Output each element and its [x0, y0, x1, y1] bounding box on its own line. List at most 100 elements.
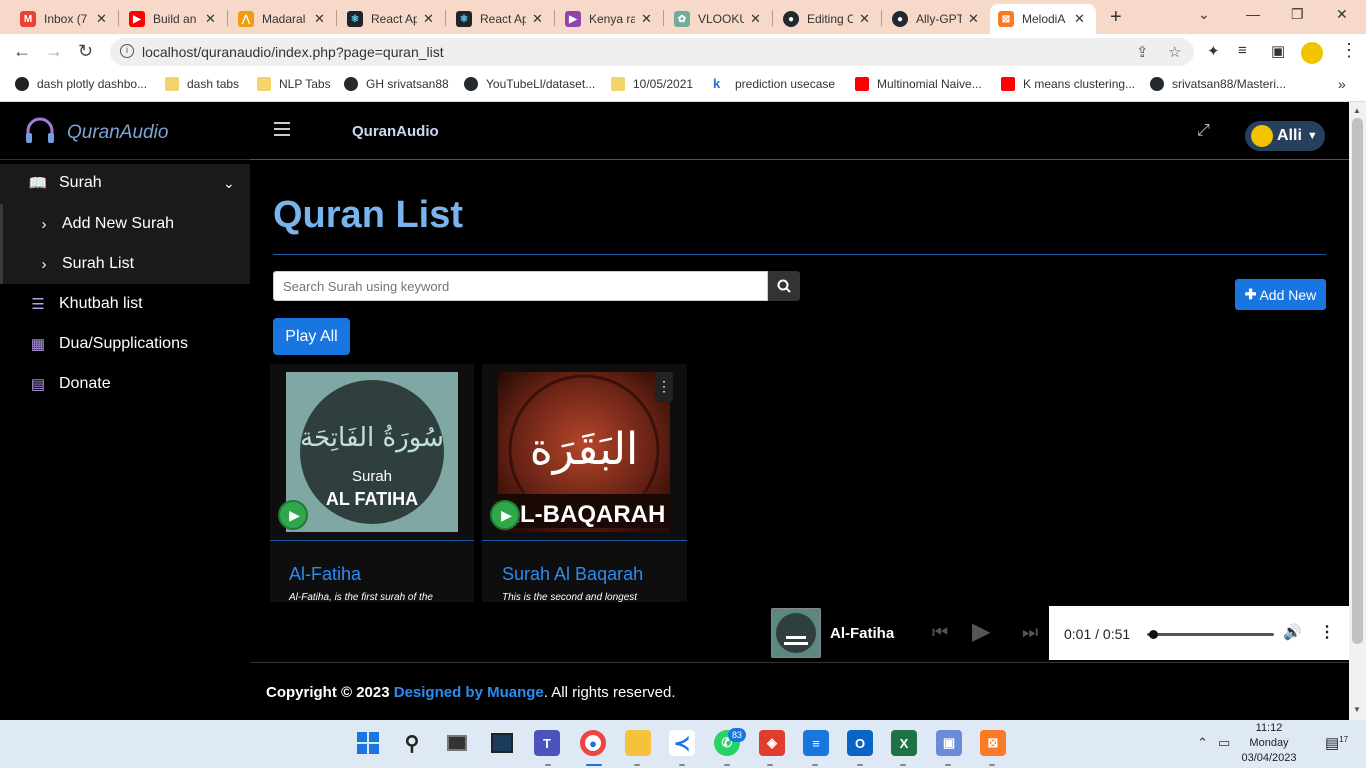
- file-explorer-icon[interactable]: [625, 730, 651, 756]
- new-tab-button[interactable]: +: [1110, 6, 1122, 29]
- info-icon[interactable]: i: [120, 44, 134, 58]
- tab-close-icon[interactable]: ✕: [968, 11, 979, 27]
- widgets-icon[interactable]: [489, 730, 515, 756]
- search-icon[interactable]: ⚲: [399, 730, 425, 756]
- task-view-icon[interactable]: [444, 730, 470, 756]
- play-icon[interactable]: ▶: [972, 617, 990, 646]
- sidebar-item-surah-label[interactable]: 📖 Surah: [27, 174, 102, 192]
- tab-kenya[interactable]: ▶ Kenya ra ✕: [557, 4, 660, 34]
- nav-title[interactable]: QuranAudio: [352, 123, 439, 140]
- sidebar-item-khutbah[interactable]: ☰ Khutbah list: [27, 295, 142, 313]
- chevron-up-icon[interactable]: ⌃: [1197, 735, 1208, 751]
- bookmark-item[interactable]: 10/05/2021: [611, 77, 693, 91]
- bookmark-item[interactable]: dash plotly dashbo...: [15, 77, 147, 91]
- excel-icon[interactable]: X: [891, 730, 917, 756]
- hamburger-menu-icon[interactable]: [274, 122, 290, 136]
- volume-icon[interactable]: 🔊: [1283, 623, 1302, 641]
- teams-icon[interactable]: T: [534, 730, 560, 756]
- tab-close-icon[interactable]: ✕: [532, 11, 543, 27]
- brand[interactable]: QuranAudio: [0, 102, 250, 160]
- minimize-button[interactable]: —: [1246, 6, 1260, 22]
- extensions-icon[interactable]: ✦: [1207, 42, 1220, 60]
- tab-close-icon[interactable]: ✕: [314, 11, 325, 27]
- bookmark-item[interactable]: YouTubeLl/dataset...: [464, 77, 595, 91]
- url-text[interactable]: localhost/quranaudio/index.php?page=qura…: [142, 44, 444, 60]
- chrome-icon[interactable]: ●: [580, 730, 606, 756]
- share-icon[interactable]: ⇪: [1136, 43, 1149, 61]
- restore-button[interactable]: ❐: [1291, 6, 1304, 23]
- forward-button[interactable]: →: [45, 41, 63, 62]
- back-button[interactable]: ←: [13, 41, 31, 62]
- vscode-icon[interactable]: ≺: [669, 730, 695, 756]
- add-new-button[interactable]: ✚ Add New: [1235, 279, 1326, 310]
- play-button[interactable]: ▶: [278, 500, 308, 530]
- page-scrollbar[interactable]: ▲ ▼: [1349, 102, 1366, 720]
- bookmark-item[interactable]: GH srivatsan88: [344, 77, 449, 91]
- notification-icon[interactable]: ▤17: [1325, 734, 1348, 752]
- tab-close-icon[interactable]: ✕: [423, 11, 434, 27]
- surah-card[interactable]: سُورَةُ الفَاتِحَة Surah AL FATIHA ▶ Al-…: [270, 364, 474, 602]
- tab-react-2[interactable]: ⚛ React Ap ✕: [448, 4, 551, 34]
- tab-close-icon[interactable]: ✕: [859, 11, 870, 27]
- scroll-down-icon[interactable]: ▼: [1353, 705, 1361, 714]
- bookmark-item[interactable]: NLP Tabs: [257, 77, 331, 91]
- fullscreen-icon[interactable]: ⤢: [1197, 122, 1210, 140]
- network-app-icon[interactable]: ▣: [936, 730, 962, 756]
- close-window-button[interactable]: ✕: [1336, 6, 1348, 23]
- tab-react-1[interactable]: ⚛ React Ap ✕: [339, 4, 442, 34]
- tab-search-icon[interactable]: ⌄: [1198, 6, 1210, 23]
- surah-artwork[interactable]: البَقَرَة AL-BAQARAH: [498, 372, 670, 532]
- battery-icon[interactable]: ▭: [1218, 735, 1230, 751]
- profile-avatar[interactable]: [1301, 42, 1323, 64]
- more-options-icon[interactable]: ⋮: [1319, 622, 1335, 642]
- skip-back-icon[interactable]: ⏮: [932, 622, 948, 643]
- tab-melodia-active[interactable]: ⊠ MelodiA ✕: [990, 4, 1096, 34]
- media-control-icon[interactable]: ≡: [1238, 42, 1247, 59]
- sidebar-item-dua[interactable]: ▦ Dua/Supplications: [27, 335, 188, 353]
- tab-close-icon[interactable]: ✕: [641, 11, 652, 27]
- sidebar-item-add-new-surah[interactable]: › Add New Surah: [36, 215, 175, 233]
- card-title[interactable]: Surah Al Baqarah: [502, 564, 643, 585]
- tab-vlookup[interactable]: ✿ VLOOKU ✕: [666, 4, 769, 34]
- bookmark-star-icon[interactable]: ☆: [1168, 43, 1181, 61]
- search-input[interactable]: [273, 271, 768, 301]
- audio-controls[interactable]: 0:01 / 0:51 🔊 ⋮: [1049, 606, 1349, 660]
- omnibox[interactable]: i localhost/quranaudio/index.php?page=qu…: [110, 38, 1194, 66]
- system-clock[interactable]: 11:12 Monday 03/04/2023: [1236, 721, 1302, 766]
- tab-close-icon[interactable]: ✕: [1074, 11, 1085, 27]
- seek-slider[interactable]: [1147, 630, 1274, 639]
- card-menu-icon[interactable]: ⋮: [655, 372, 673, 402]
- search-button[interactable]: [768, 271, 800, 301]
- sidebar-item-donate[interactable]: ▤ Donate: [27, 375, 111, 393]
- browser-menu-icon[interactable]: ⋮: [1340, 40, 1358, 61]
- tab-madaraka[interactable]: ⋀ Madaral ✕: [230, 4, 333, 34]
- bookmark-item[interactable]: srivatsan88/Masteri...: [1150, 77, 1286, 91]
- play-button[interactable]: ▶: [490, 500, 520, 530]
- bookmark-item[interactable]: Multinomial Naive...: [855, 77, 982, 91]
- outlook-icon[interactable]: O: [847, 730, 873, 756]
- card-title[interactable]: Al-Fatiha: [289, 564, 361, 585]
- surah-artwork[interactable]: سُورَةُ الفَاتِحَة Surah AL FATIHA: [286, 372, 458, 532]
- notepad-icon[interactable]: ≡: [803, 730, 829, 756]
- skip-forward-icon[interactable]: ⏭: [1022, 622, 1038, 643]
- xampp-icon[interactable]: ⊠: [980, 730, 1006, 756]
- tab-editing[interactable]: ● Editing C ✕: [775, 4, 878, 34]
- surah-card[interactable]: البَقَرَة AL-BAQARAH ⋮ ▶ Surah Al Baqara…: [482, 364, 687, 602]
- bookmark-item[interactable]: dash tabs: [165, 77, 239, 91]
- more-bookmarks-icon[interactable]: »: [1338, 76, 1346, 92]
- tab-close-icon[interactable]: ✕: [205, 11, 216, 27]
- bookmark-item[interactable]: k prediction usecase: [713, 77, 835, 91]
- designer-link[interactable]: Designed by Muange: [394, 684, 544, 701]
- scrollbar-thumb[interactable]: [1352, 118, 1363, 644]
- tab-inbox[interactable]: M Inbox (7 ✕: [12, 4, 115, 34]
- windows-start-icon[interactable]: [355, 730, 381, 756]
- scroll-up-icon[interactable]: ▲: [1353, 106, 1361, 115]
- anydesk-icon[interactable]: ◈: [759, 730, 785, 756]
- reload-button[interactable]: ↻: [78, 41, 93, 62]
- play-all-button[interactable]: Play All: [273, 318, 350, 355]
- tab-close-icon[interactable]: ✕: [750, 11, 761, 27]
- tab-close-icon[interactable]: ✕: [96, 11, 107, 27]
- tab-build[interactable]: ▶ Build an ✕: [121, 4, 224, 34]
- bookmark-item[interactable]: K means clustering...: [1001, 77, 1135, 91]
- chevron-down-icon[interactable]: ⌄: [223, 175, 235, 192]
